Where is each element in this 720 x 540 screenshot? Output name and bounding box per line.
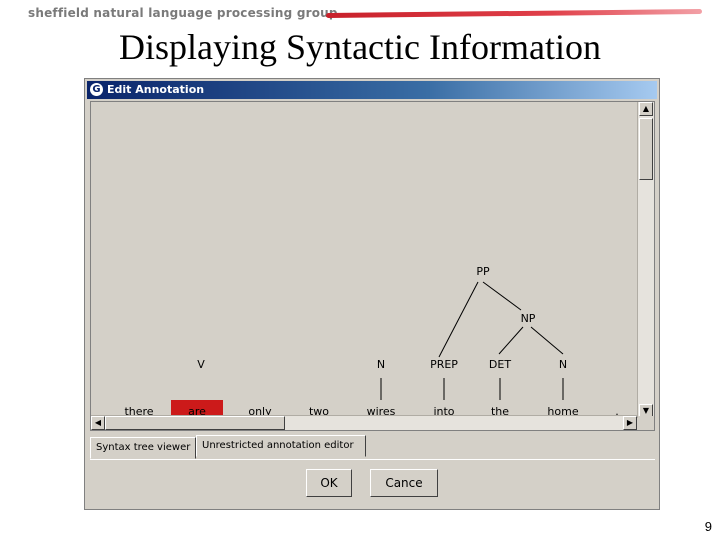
app-icon: G [90,83,103,96]
edge-pp-np [482,281,522,311]
vertical-scroll-thumb[interactable] [639,118,653,180]
window-title: Edit Annotation [107,83,205,96]
edit-annotation-window: G Edit Annotation PP NP V N PREP DET N t… [84,78,660,510]
window-titlebar[interactable]: G Edit Annotation [87,81,657,99]
ok-button[interactable]: OK [306,469,352,497]
pos-tag-n[interactable]: N [559,358,567,371]
slide-title: Displaying Syntactic Information [119,27,601,67]
pos-tag-det[interactable]: DET [489,358,511,371]
header-brand: sheffield natural language processing gr… [28,6,338,20]
tab-baseline [90,459,655,460]
page-number: 9 [704,519,712,534]
scroll-right-icon[interactable]: ▶ [623,416,637,430]
syntax-tree-panel: PP NP V N PREP DET N there are only two [90,101,655,431]
pos-tag-v[interactable]: V [197,358,205,371]
vertical-scrollbar[interactable]: ▲ ▼ [637,102,654,418]
horizontal-scrollbar[interactable]: ◀ ▶ [91,415,637,430]
scroll-up-icon[interactable]: ▲ [639,102,653,116]
edge-np-det [498,326,524,355]
tab-unrestricted-annotation-editor[interactable]: Unrestricted annotation editor [196,435,366,457]
edge-np-n [530,326,564,355]
node-np[interactable]: NP [521,312,536,325]
tab-syntax-tree-viewer[interactable]: Syntax tree viewer [90,437,196,459]
scrollbar-corner [638,416,654,430]
header-accent-stroke [326,9,702,18]
cancel-button[interactable]: Cance [370,469,438,497]
pos-tag-n[interactable]: N [377,358,385,371]
syntax-tree-canvas[interactable]: PP NP V N PREP DET N there are only two [91,102,637,418]
edge-pp-prep [438,281,479,358]
pos-tag-prep[interactable]: PREP [430,358,458,371]
node-pp[interactable]: PP [476,265,490,278]
scroll-left-icon[interactable]: ◀ [91,416,105,430]
horizontal-scroll-thumb[interactable] [105,416,285,430]
